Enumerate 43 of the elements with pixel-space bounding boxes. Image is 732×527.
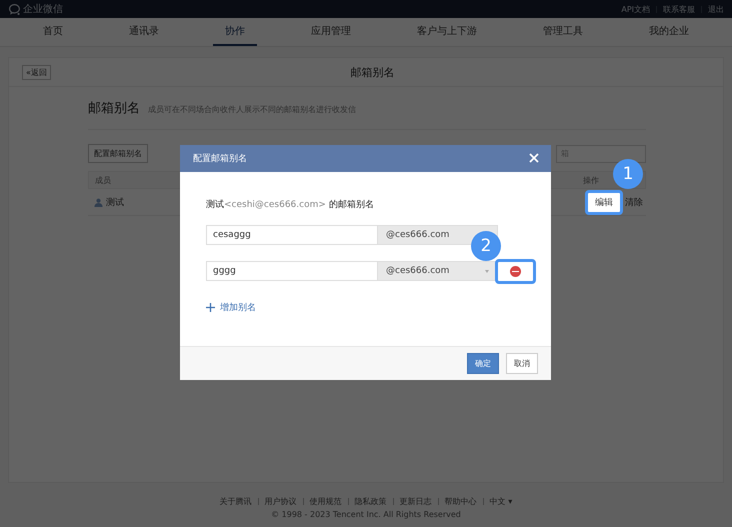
footer-link[interactable]: 帮助中心 (444, 496, 477, 507)
close-button[interactable] (529, 152, 541, 164)
add-alias-link[interactable]: 增加别名 (206, 301, 256, 314)
caret-icon (485, 270, 489, 272)
footer-link[interactable]: 关于腾讯 (220, 496, 252, 507)
person-icon (94, 198, 103, 206)
nav-tab[interactable]: 应用管理 (299, 18, 363, 46)
chat-bubble-icon (8, 2, 21, 16)
plus-icon (206, 303, 215, 312)
footer-link[interactable]: 更新日志 (400, 496, 432, 507)
column-header: 操作 (583, 174, 599, 186)
dialog-subject: 测试<ceshi@ces666.com> 的邮箱别名 (206, 198, 375, 211)
column-header: 成员 (95, 174, 111, 186)
nav-tab[interactable]: 管理工具 (531, 18, 595, 46)
dialog-title: 配置邮箱别名 (193, 152, 247, 165)
step-badge: 2 (471, 230, 501, 260)
clear-link[interactable]: 清除 (625, 196, 643, 208)
section-heading: 邮箱别名 (88, 100, 140, 117)
logo-text: 企业微信 (23, 2, 63, 16)
domain-dropdown[interactable]: @ces666.com (378, 261, 498, 281)
nav-tab[interactable]: 首页 (31, 18, 75, 46)
footer-link[interactable]: 中文 ▾ (490, 496, 512, 507)
header-link[interactable]: API文档 (621, 4, 650, 14)
footer-link[interactable]: 使用规范 (310, 496, 342, 507)
footer-link[interactable]: 隐私政策 (354, 496, 387, 507)
footer-link[interactable]: 用户协议 (264, 496, 297, 507)
header-link[interactable]: 联系客服 (663, 4, 695, 14)
alias-field[interactable]: gggg (206, 261, 378, 281)
nav-tab[interactable]: 客户与上下游 (405, 18, 489, 46)
configure-alias-button[interactable]: 配置邮箱别名 (88, 144, 148, 163)
nav-tab[interactable]: 协作 (213, 18, 257, 46)
alias-field[interactable]: cesaggg (206, 225, 378, 245)
remove-icon[interactable] (510, 266, 521, 276)
nav-tab[interactable]: 我的企业 (637, 18, 701, 46)
back-button[interactable]: «返回 (22, 64, 51, 80)
member-name: 测试 (106, 196, 124, 208)
copyright-text: © 1998 - 2023 Tencent Inc. All Rights Reserved (270, 510, 462, 519)
cancel-button[interactable]: 取消 (506, 353, 538, 374)
page-title: 邮箱别名 (350, 64, 394, 80)
header-link[interactable]: 退出 (708, 4, 724, 14)
nav-tab[interactable]: 通讯录 (117, 18, 171, 46)
confirm-button[interactable]: 确定 (467, 353, 499, 374)
edit-link[interactable]: 编辑 (595, 196, 613, 208)
